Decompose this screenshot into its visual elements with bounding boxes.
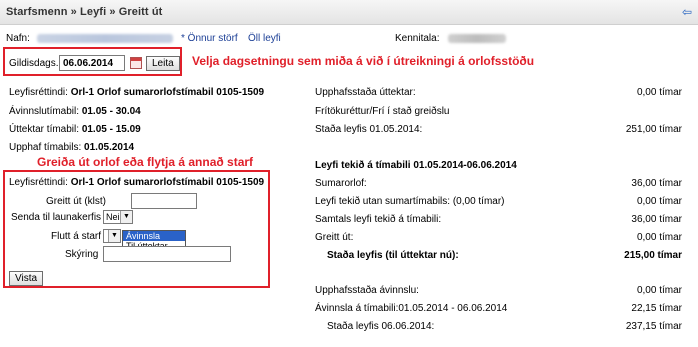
right-row-label: Staða leyfis 01.05.2014:	[315, 124, 423, 135]
payout-entitlement: Leyfisréttindi: Orl-1 Orlof sumarorlofst…	[9, 177, 265, 188]
period-row-label: Greitt út:	[315, 232, 354, 243]
accrual-row-value: 237,15 tímar	[625, 321, 682, 332]
info-row: Upphaf tímabils: 01.05.2014	[9, 142, 135, 153]
accrual-row-value: 22,15 tímar	[631, 303, 682, 314]
info-row: Úttektar tímabil: 01.05 - 15.09	[9, 124, 141, 135]
right-row-value: 0,00 tímar	[636, 87, 682, 98]
accrual-row-label: Upphafsstaða ávinnslu:	[315, 285, 419, 296]
back-arrow-icon[interactable]: ⇦	[682, 6, 692, 18]
name-redacted	[37, 33, 173, 44]
payout-annotation: Greiða út orlof eða flytja á annað starf	[37, 155, 254, 169]
other-jobs-link[interactable]: * Önnur störf	[181, 33, 238, 44]
date-input[interactable]	[59, 55, 125, 71]
move-select[interactable]: ▼	[103, 229, 121, 243]
period-row-value: 36,00 tímar	[631, 214, 682, 225]
explain-input[interactable]	[103, 246, 231, 262]
date-label: Gildisdags.	[9, 58, 59, 69]
date-annotation: Velja dagsetningu sem miða á við í útrei…	[192, 54, 535, 68]
paid-hours-input[interactable]	[131, 193, 197, 209]
period-heading: Leyfi tekið á tímabili 01.05.2014-06.06.…	[315, 160, 517, 171]
period-row-value: 36,00 tímar	[631, 178, 682, 189]
period-row-label: Samtals leyfi tekið á tímabili:	[315, 214, 442, 225]
right-row-value: 251,00 tímar	[625, 124, 682, 135]
info-row: Leyfisréttindi: Orl-1 Orlof sumarorlofst…	[9, 87, 265, 98]
breadcrumb: Starfsmenn » Leyfi » Greitt út	[6, 6, 163, 18]
move-label: Flutt á starf	[51, 231, 102, 242]
id-redacted	[448, 33, 506, 44]
period-row-value: 0,00 tímar	[636, 232, 682, 243]
paid-label: Greitt út (klst)	[46, 196, 107, 207]
all-leaves-link[interactable]: Öll leyfi	[248, 33, 281, 44]
search-button[interactable]: Leita	[146, 56, 180, 71]
accrual-row-label: Staða leyfis 06.06.2014:	[327, 321, 435, 332]
right-row-label: Frítökuréttur/Frí í stað greiðslu	[315, 106, 450, 117]
calendar-icon[interactable]	[130, 57, 142, 69]
explain-label: Skýring	[65, 249, 99, 260]
right-row-label: Upphafsstaða úttektar:	[315, 87, 416, 98]
accrual-row-value: 0,00 tímar	[636, 285, 682, 296]
status-label: Staða leyfis (til úttektar nú):	[327, 250, 459, 261]
period-row-label: Leyfi tekið utan sumartímabils: (0,00 tí…	[315, 196, 505, 207]
name-label: Nafn:	[6, 33, 30, 44]
chevron-down-icon: ▼	[108, 230, 120, 242]
chevron-down-icon: ▼	[120, 211, 132, 223]
id-label: Kennitala:	[395, 33, 440, 44]
info-row: Ávinnslutímabil: 01.05 - 30.04	[9, 106, 141, 117]
save-button[interactable]: Vista	[9, 271, 44, 286]
period-row-value: 0,00 tímar	[636, 196, 682, 207]
send-select[interactable]: Nei ▼	[103, 210, 133, 224]
status-value: 215,00 tímar	[624, 250, 682, 261]
send-label: Senda til launakerfis	[11, 212, 102, 223]
accrual-row-label: Ávinnsla á tímabili:01.05.2014 - 06.06.2…	[315, 303, 508, 314]
option-accrual[interactable]: Ávinnsla	[123, 231, 185, 241]
period-row-label: Sumarorlof:	[315, 178, 367, 189]
